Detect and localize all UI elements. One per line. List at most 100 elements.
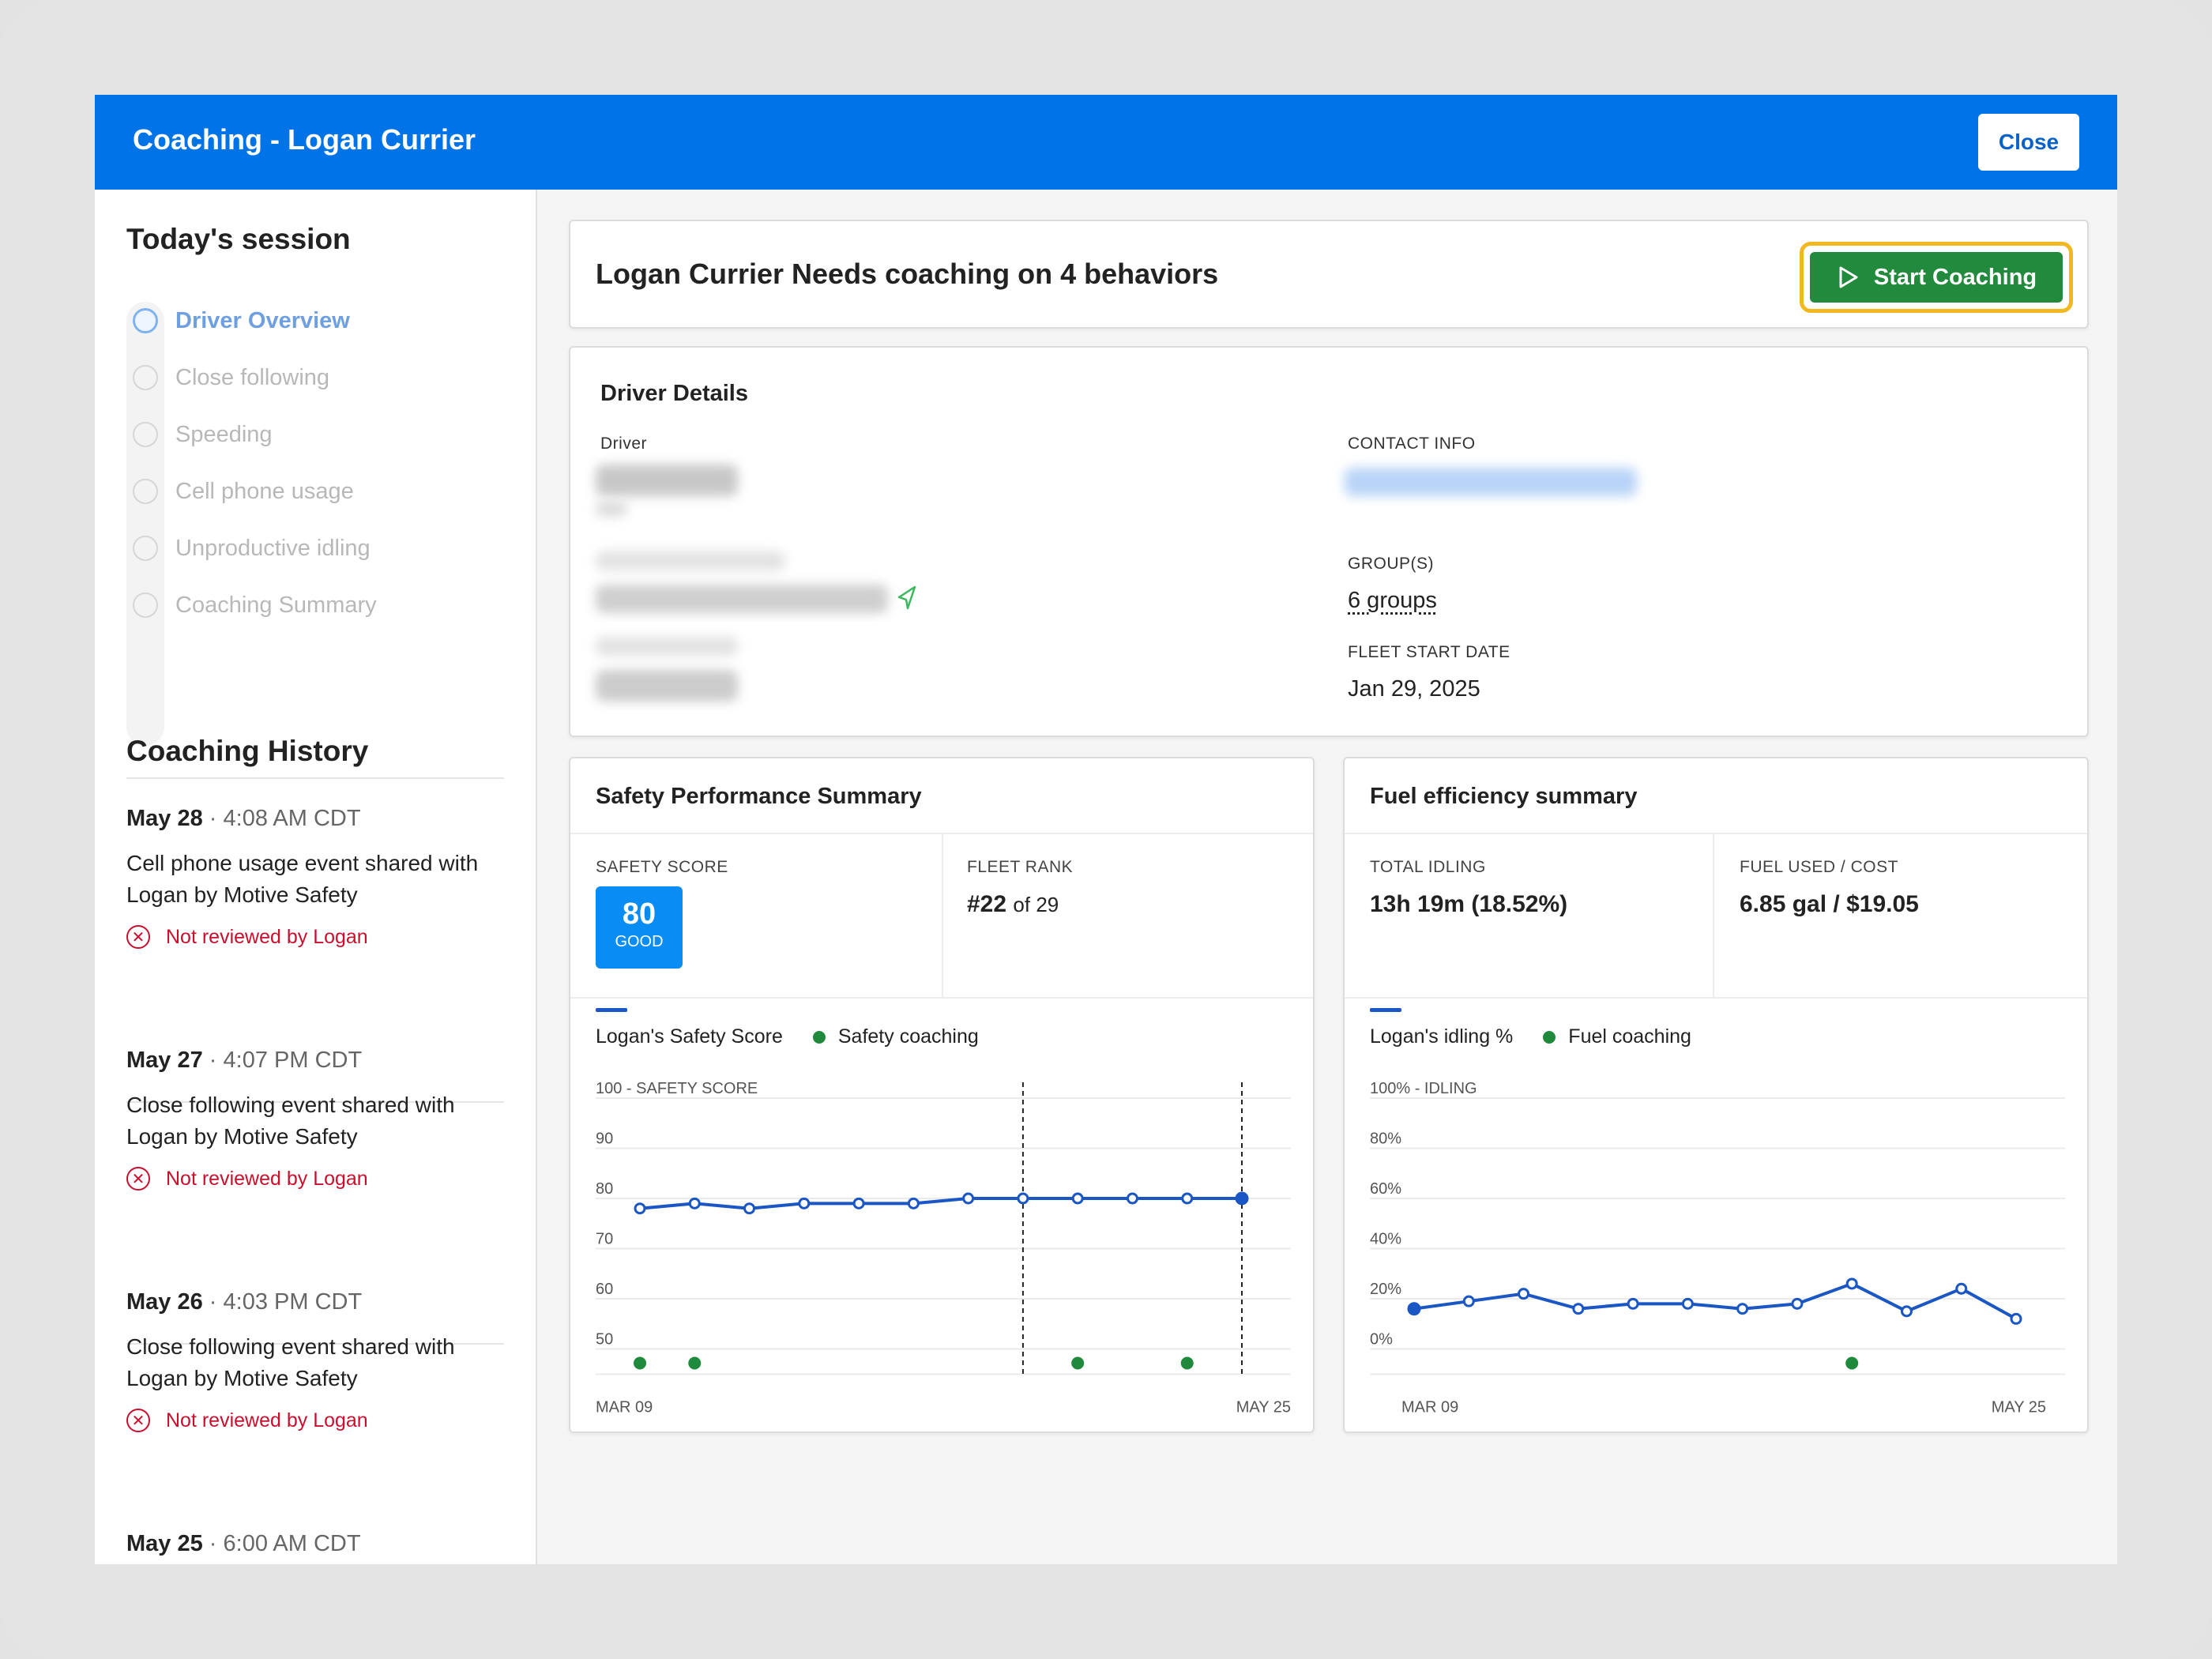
step-dot (133, 422, 158, 447)
step-driver-overview[interactable]: Driver Overview (126, 302, 350, 340)
legend-line-swatch (596, 1008, 627, 1012)
data-point (1900, 1305, 1913, 1318)
data-point (1681, 1297, 1694, 1310)
step-speeding[interactable]: Speeding (126, 416, 273, 453)
divider (570, 997, 1313, 999)
step-label: Speeding (175, 421, 273, 447)
total-idling-label: TOTAL IDLING (1370, 858, 1486, 876)
safety-score-label: SAFETY SCORE (596, 858, 728, 876)
groups-link[interactable]: 6 groups (1348, 588, 1437, 614)
fuel-summary-title: Fuel efficiency summary (1370, 784, 1638, 809)
step-label: Coaching Summary (175, 592, 377, 618)
total-idling-value: 13h 19m (18.52%) (1370, 891, 1568, 917)
data-point (1845, 1277, 1858, 1290)
y-tick-label: 60% (1370, 1180, 1401, 1198)
modal-title: Coaching - Logan Currier (133, 123, 476, 156)
y-tick-label: 60 (596, 1281, 613, 1298)
redacted-driver-name (596, 465, 738, 496)
step-dot (133, 308, 158, 333)
data-point (907, 1197, 920, 1209)
data-point (688, 1197, 701, 1209)
divider (1345, 833, 2087, 834)
data-point (1407, 1302, 1421, 1316)
x-tick-label: MAR 09 (1401, 1399, 1458, 1416)
y-tick-label: 50 (596, 1331, 613, 1349)
data-point (852, 1197, 865, 1209)
y-tick-label: 100 - SAFETY SCORE (596, 1080, 758, 1097)
legend-line-swatch (1370, 1008, 1401, 1012)
start-coaching-highlight: Start Coaching (1800, 242, 2073, 313)
device-frame: Coaching - Logan Currier Close Today's s… (0, 0, 2212, 1659)
history-message: Close following event shared with Logan … (126, 1093, 455, 1149)
data-point (1071, 1192, 1084, 1205)
legend-line-label: Logan's idling % (1370, 1025, 1514, 1048)
review-status: ✕ Not reviewed by Logan (126, 1409, 506, 1432)
step-cell-phone-usage[interactable]: Cell phone usage (126, 472, 354, 510)
redacted-label (596, 637, 738, 656)
history-item: May 27 · 4:07 PM CDT Close following eve… (126, 1048, 506, 1191)
idling-chart: 100% - IDLING 80% 60% 40% 20% 0% MAR 09 MAY 25 (1370, 1080, 2065, 1416)
step-label: Close following (175, 364, 330, 390)
history-date: May 27 · 4:07 PM CDT (126, 1048, 363, 1073)
step-coaching-summary[interactable]: Coaching Summary (126, 586, 377, 624)
step-label: Driver Overview (175, 307, 350, 333)
x-tick-label: MAY 25 (1992, 1399, 2046, 1416)
history-item: May 26 · 4:03 PM CDT Close following eve… (126, 1289, 506, 1432)
data-point (1518, 1288, 1530, 1300)
divider (1345, 997, 2087, 999)
redacted-contact-info[interactable] (1345, 468, 1637, 496)
coaching-modal: Coaching - Logan Currier Close Today's s… (95, 95, 2117, 1564)
y-tick-label: 80 (596, 1180, 613, 1198)
legend-dot-swatch (1543, 1030, 1556, 1044)
not-reviewed-icon: ✕ (126, 925, 150, 949)
coaching-banner: Logan Currier Needs coaching on 4 behavi… (569, 220, 2089, 329)
redacted-label (596, 551, 785, 570)
history-date: May 26 · 4:03 PM CDT (126, 1289, 363, 1315)
review-status: ✕ Not reviewed by Logan (126, 925, 506, 949)
step-unproductive-idling[interactable]: Unproductive idling (126, 529, 371, 567)
y-tick-label: 40% (1370, 1231, 1401, 1248)
coaching-point (634, 1356, 646, 1370)
redacted-status (596, 670, 738, 702)
y-tick-label: 90 (596, 1130, 613, 1148)
fleet-rank-value: #22 of 29 (967, 891, 1059, 917)
safety-score-value: 80 (622, 897, 656, 931)
divider (126, 777, 504, 779)
modal-header: Coaching - Logan Currier Close (95, 95, 2117, 190)
step-label: Unproductive idling (175, 535, 371, 561)
series-line (1413, 1281, 2017, 1321)
history-item: May 25 · 6:00 AM CDT (126, 1531, 506, 1557)
step-dot (133, 479, 158, 504)
coaching-point (1845, 1356, 1859, 1370)
data-point (1017, 1192, 1029, 1205)
step-dot (133, 592, 158, 618)
step-dot (133, 536, 158, 561)
safety-score-grade: GOOD (615, 933, 664, 950)
sidebar: Today's session Driver Overview Close fo… (95, 190, 537, 1564)
start-coaching-button[interactable]: Start Coaching (1810, 252, 2063, 303)
y-tick-label: 80% (1370, 1130, 1401, 1148)
data-point (743, 1202, 756, 1215)
legend-dot-label: Safety coaching (837, 1025, 979, 1048)
step-close-following[interactable]: Close following (126, 359, 329, 397)
location-arrow-icon[interactable] (894, 585, 918, 611)
fuel-used-label: FUEL USED / COST (1740, 858, 1898, 876)
safety-summary-card: Safety Performance Summary SAFETY SCORE … (569, 757, 1315, 1433)
coaching-point (1180, 1356, 1194, 1370)
y-tick-label: 70 (596, 1231, 613, 1248)
review-status: ✕ Not reviewed by Logan (126, 1167, 506, 1191)
legend-dot-label: Fuel coaching (1568, 1025, 1691, 1048)
close-button[interactable]: Close (1978, 114, 2079, 171)
x-tick-label: MAR 09 (596, 1399, 653, 1416)
data-point (1627, 1297, 1639, 1310)
coaching-point (688, 1356, 702, 1370)
data-point (798, 1197, 811, 1209)
safety-chart-legend: Logan's Safety Score Safety coaching (596, 1008, 979, 1048)
fuel-summary-card: Fuel efficiency summary TOTAL IDLING 13h… (1343, 757, 2089, 1433)
driver-label: Driver (600, 434, 647, 453)
session-title: Today's session (126, 223, 351, 255)
data-point (1736, 1303, 1749, 1315)
data-point (1955, 1282, 1968, 1295)
history-item: May 28 · 4:08 AM CDT Cell phone usage ev… (126, 806, 506, 949)
fleet-start-date-value: Jan 29, 2025 (1348, 676, 1480, 702)
